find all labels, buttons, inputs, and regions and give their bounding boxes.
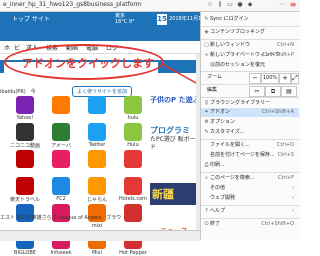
menu-new-private[interactable]: ∞新しいプライベートウィンドウ Ctrl+Shift+P bbox=[203, 51, 297, 60]
library-icon: ⫼ bbox=[205, 100, 208, 106]
site-icon bbox=[16, 123, 34, 141]
menu-customize[interactable]: ✎カスタマイズ... bbox=[203, 128, 297, 137]
edit-label: 編集 bbox=[207, 87, 218, 93]
menu-web-dev[interactable]: ウェブ開発 › bbox=[203, 194, 297, 203]
menu-content-blocking[interactable]: ◈ コンテンツブロッキング bbox=[203, 28, 297, 37]
more-icon[interactable]: ⋯ bbox=[278, 1, 286, 9]
date-day: 15 bbox=[157, 14, 167, 25]
chevron-right-icon: › bbox=[292, 185, 294, 191]
promo-sub: たPC選び 販ボード bbox=[150, 136, 196, 151]
site-icon bbox=[88, 123, 106, 141]
zoom-in-button[interactable]: + bbox=[279, 73, 291, 84]
site-label: Hotels.com bbox=[118, 196, 148, 202]
weather-widget[interactable]: 東京 18°C 8° bbox=[115, 13, 155, 27]
weather-temp: 18°C 8° bbox=[115, 19, 135, 25]
menu-help[interactable]: ? ヘルプ › bbox=[203, 207, 297, 216]
menu-separator bbox=[201, 218, 299, 219]
site-icon bbox=[52, 96, 70, 114]
menu-separator bbox=[201, 97, 299, 98]
edit-row: 編集 ✂ ⧉ ▤ bbox=[203, 86, 297, 97]
search-icon: ⌕ bbox=[205, 175, 208, 181]
annotation-text: アドオンをクイックします bbox=[22, 57, 154, 70]
site-icon bbox=[88, 96, 106, 114]
site-label: Hulu bbox=[127, 142, 139, 148]
menu-sync[interactable]: ↻Sync にログイン bbox=[203, 15, 297, 24]
address-text[interactable]: e_inner_hp_31_hwo123_gs8business_platfor… bbox=[3, 1, 203, 8]
account-icon[interactable]: ● bbox=[236, 1, 244, 9]
sync-icon: ↻ bbox=[204, 16, 209, 22]
site-label: Yahoo! bbox=[16, 115, 34, 121]
site-icon bbox=[52, 150, 70, 168]
menu-save-page[interactable]: 名前を付けてページを保存... Ctrl+S bbox=[203, 151, 297, 160]
mask-icon: ∞ bbox=[204, 52, 209, 58]
menu-separator bbox=[201, 84, 299, 85]
site-icon bbox=[124, 96, 142, 114]
site-label: Hot Pepper bbox=[119, 250, 147, 256]
brush-icon: ✎ bbox=[204, 129, 209, 135]
paste-icon[interactable]: ▤ bbox=[281, 86, 297, 97]
zoom-row: ズーム − 100% + ⤢ bbox=[203, 73, 299, 84]
site-icon bbox=[88, 177, 106, 195]
menu-separator bbox=[201, 205, 299, 206]
site-tile[interactable]: Hotels.com bbox=[112, 177, 154, 202]
site-icon bbox=[124, 177, 142, 195]
window-icon: ▢ bbox=[204, 42, 209, 48]
site-icon bbox=[52, 123, 70, 141]
bottom-strip bbox=[0, 230, 200, 241]
zoom-value[interactable]: 100% bbox=[261, 73, 279, 84]
site-label: hulu bbox=[127, 115, 139, 121]
site-icon bbox=[16, 150, 34, 168]
site-icon bbox=[52, 177, 70, 195]
shield-icon[interactable]: ◆ bbox=[246, 1, 254, 9]
shield-icon: ◈ bbox=[204, 29, 209, 35]
site-tile[interactable]: Hulu bbox=[112, 123, 154, 148]
site-icon bbox=[124, 150, 142, 168]
cut-icon[interactable]: ✂ bbox=[249, 86, 265, 97]
site-tile[interactable]: hulu bbox=[112, 96, 154, 121]
help-icon: ? bbox=[205, 208, 208, 214]
star-icon[interactable]: ☆ bbox=[206, 1, 214, 9]
header-link[interactable]: トップ サイト bbox=[12, 14, 50, 23]
site-label: mixi bbox=[91, 223, 103, 229]
puzzle-icon: ✦ bbox=[204, 109, 209, 115]
menu-separator bbox=[201, 71, 299, 72]
promo-banner-text: 新疆 bbox=[152, 188, 174, 201]
menu-new-window[interactable]: ▢新しいウィンドウ Ctrl+N bbox=[203, 41, 297, 50]
menu-open-file[interactable]: ファイルを開く... Ctrl+O bbox=[203, 141, 297, 150]
menu-restore-session[interactable]: 以前のセッションを復元 bbox=[203, 61, 297, 70]
copy-icon[interactable]: ⧉ bbox=[265, 86, 281, 97]
site-tile[interactable] bbox=[112, 150, 154, 169]
print-icon: ⎙ bbox=[204, 162, 209, 168]
zoom-out-button[interactable]: − bbox=[249, 73, 261, 84]
promo-title[interactable]: プログラミ bbox=[150, 125, 190, 136]
menu-quit[interactable]: ⏻ 終了 Ctrl+Shift+Q bbox=[203, 220, 297, 229]
site-icon bbox=[88, 150, 106, 168]
sidebar-icon[interactable]: ▭ bbox=[226, 1, 234, 9]
site-icon bbox=[16, 177, 34, 195]
menu-separator bbox=[201, 39, 299, 40]
menu-separator bbox=[201, 172, 299, 173]
gear-icon: ⚙ bbox=[204, 119, 209, 125]
menu-addons[interactable]: ✦アドオン Ctrl+Shift+A bbox=[203, 108, 297, 117]
library-icon[interactable]: ⫼ bbox=[216, 1, 224, 9]
menu-find[interactable]: ⌕ このページを検索... Ctrl+F bbox=[203, 174, 297, 183]
menu-icon[interactable]: ≡ bbox=[289, 1, 297, 9]
menu-print[interactable]: ⎙ 印刷... bbox=[203, 161, 297, 170]
site-icon bbox=[124, 123, 142, 141]
site-icon bbox=[16, 96, 34, 114]
chevron-right-icon: › bbox=[292, 195, 294, 201]
menu-separator bbox=[201, 139, 299, 140]
menu-library[interactable]: ⫼ ブラウジングライブラリー bbox=[203, 99, 297, 108]
menu-separator bbox=[201, 26, 299, 27]
zoom-label: ズーム bbox=[207, 74, 222, 80]
menu-options[interactable]: ⚙オプション bbox=[203, 118, 297, 127]
chevron-right-icon: › bbox=[292, 208, 294, 214]
games-row[interactable]: エスト 隣村の英雄さらざ League of Angels ブラウ bbox=[0, 214, 160, 222]
nav-item[interactable]: ホ bbox=[4, 43, 10, 52]
power-icon: ⏻ bbox=[204, 221, 209, 227]
menu-more[interactable]: その他 › bbox=[203, 184, 297, 193]
fullscreen-icon[interactable]: ⤢ bbox=[291, 73, 299, 84]
